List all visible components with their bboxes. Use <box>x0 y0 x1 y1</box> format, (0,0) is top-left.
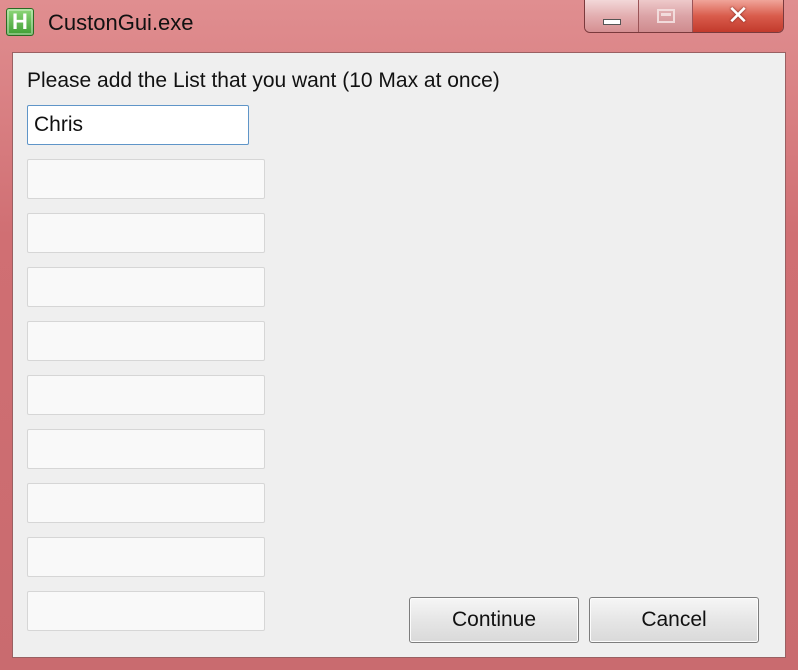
close-icon: ✕ <box>727 1 749 31</box>
title-bar[interactable]: H CustonGui.exe ✕ <box>0 0 798 48</box>
list-field-8[interactable] <box>27 483 265 523</box>
app-window: H CustonGui.exe ✕ Please add the List th… <box>0 0 798 670</box>
minimize-icon <box>602 19 621 25</box>
continue-button[interactable]: Continue <box>409 597 579 643</box>
list-field-10[interactable] <box>27 591 265 631</box>
cancel-button[interactable]: Cancel <box>589 597 759 643</box>
list-field-4[interactable] <box>27 267 265 307</box>
list-field-1[interactable] <box>27 105 249 145</box>
list-field-5[interactable] <box>27 321 265 361</box>
maximize-button[interactable] <box>639 0 693 32</box>
app-h-icon: H <box>6 8 34 36</box>
minimize-button[interactable] <box>585 0 639 32</box>
list-field-9[interactable] <box>27 537 265 577</box>
list-field-6[interactable] <box>27 375 265 415</box>
maximize-icon <box>656 9 675 23</box>
close-button[interactable]: ✕ <box>693 0 783 32</box>
window-title: CustonGui.exe <box>48 10 194 35</box>
prompt-label: Please add the List that you want (10 Ma… <box>27 69 500 92</box>
caption-buttons: ✕ <box>584 0 784 33</box>
form-area: Please add the List that you want (10 Ma… <box>12 52 786 658</box>
list-field-3[interactable] <box>27 213 265 253</box>
list-field-2[interactable] <box>27 159 265 199</box>
list-field-7[interactable] <box>27 429 265 469</box>
